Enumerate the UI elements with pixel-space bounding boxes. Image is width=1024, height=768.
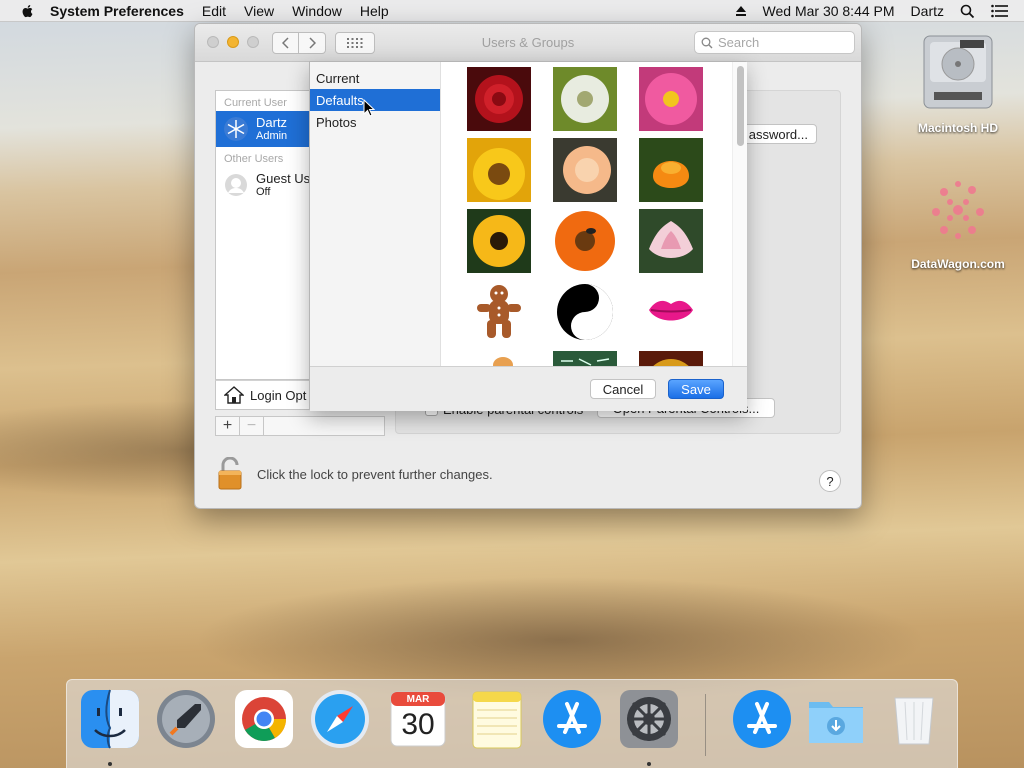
rose-thumbnail[interactable] [467,67,531,131]
running-indicator [647,762,651,766]
flower-image-icon [932,181,984,239]
desktop-icon-label: Macintosh HD [917,121,998,135]
remove-user-button[interactable]: − [240,417,264,435]
guest-avatar-icon [225,174,247,196]
leaf-thumbnail[interactable] [467,351,531,366]
user-name: Dartz [256,114,288,130]
app-name-menu[interactable]: System Preferences [50,3,184,19]
user-status: Off [256,185,271,198]
running-indicator [108,762,112,766]
lips-thumbnail[interactable] [639,280,703,344]
golden-ball-thumbnail[interactable] [639,351,703,366]
app-store-download-icon[interactable] [731,688,793,750]
title-bar: Users & Groups [195,24,861,62]
system-preferences-icon[interactable] [618,688,680,750]
menubar-user[interactable]: Dartz [911,3,944,19]
add-user-button[interactable]: + [216,417,240,435]
cancel-button[interactable]: Cancel [590,379,656,399]
black-eyed-susan-thumbnail[interactable] [467,209,531,273]
hard-drive-icon [923,35,993,109]
chrome-icon[interactable] [233,688,295,750]
menu-edit[interactable]: Edit [202,3,226,19]
search-icon [701,37,713,48]
change-password-button[interactable]: assword... [735,124,817,144]
orange-poppy-thumbnail[interactable] [639,138,703,202]
login-options-label: Login Opt [250,387,307,403]
eject-icon[interactable] [735,5,747,17]
safari-icon[interactable] [309,688,371,750]
picture-grid-scrollbar[interactable] [732,62,747,366]
app-store-icon[interactable] [541,688,603,750]
finder-icon[interactable] [79,688,141,750]
menu-bar: System Preferences Edit View Window Help… [0,0,1024,22]
mouse-pointer-icon [363,99,375,117]
house-icon [224,386,244,404]
picture-source-list: Current Defaults Photos [310,62,441,366]
source-defaults[interactable]: Defaults [310,89,440,111]
yin-yang-thumbnail[interactable] [553,280,617,344]
save-button[interactable]: Save [668,379,724,399]
dandelion-thumbnail[interactable] [553,67,617,131]
menu-view[interactable]: View [244,3,274,19]
calendar-month: MAR [406,694,430,705]
lotus-thumbnail[interactable] [639,209,703,273]
calendar-day: 30 [401,708,435,741]
gingerbread-man-thumbnail[interactable] [467,280,531,344]
menubar-clock[interactable]: Wed Mar 30 8:44 PM [763,3,895,19]
chalkboard-thumbnail[interactable] [553,351,617,366]
menu-help[interactable]: Help [360,3,389,19]
spotlight-search-icon[interactable] [960,4,975,19]
sunflower-thumbnail[interactable] [467,138,531,202]
picker-footer: Cancel Save [310,366,747,411]
desktop-icon-macintosh-hd[interactable]: Macintosh HD [898,32,1018,135]
picture-grid [441,62,731,366]
lock-text: Click the lock to prevent further change… [257,466,493,482]
notification-center-icon[interactable] [991,4,1008,18]
dock: MAR 30 [66,679,958,768]
peach-rose-thumbnail[interactable] [553,138,617,202]
search-input[interactable] [718,35,843,50]
trash-icon[interactable] [883,688,945,750]
help-button[interactable]: ? [819,470,841,492]
source-photos[interactable]: Photos [310,111,440,133]
apple-icon[interactable] [20,3,36,19]
dock-separator [705,694,706,756]
user-name: Guest Us [256,170,311,186]
search-field[interactable] [694,31,855,54]
downloads-folder-icon[interactable] [805,688,867,750]
unlocked-padlock-icon[interactable] [215,457,245,491]
lock-row: Click the lock to prevent further change… [215,456,845,492]
snowflake-avatar-icon [224,117,248,141]
source-current[interactable]: Current [310,67,440,89]
desktop-icon-label: DataWagon.com [911,257,1005,271]
user-role: Admin [256,129,288,142]
pink-dahlia-thumbnail[interactable] [639,67,703,131]
launchpad-icon[interactable] [155,688,217,750]
add-remove-bar: + − [215,416,385,436]
notes-icon[interactable] [465,688,527,750]
desktop-icon-datawagon[interactable]: DataWagon.com [898,172,1018,271]
scrollbar-thumb[interactable] [737,66,744,146]
orange-gerbera-thumbnail[interactable] [553,209,617,273]
menu-window[interactable]: Window [292,3,342,19]
